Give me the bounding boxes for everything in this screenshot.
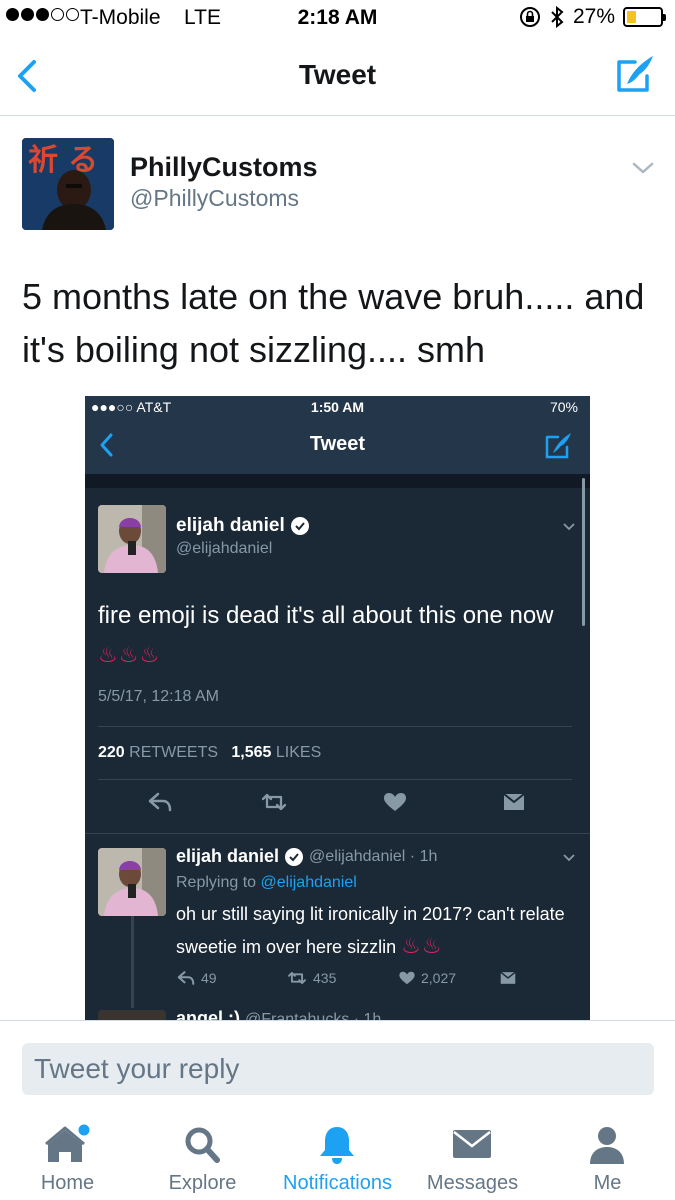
dm-envelope-icon bbox=[503, 793, 525, 810]
reply-count: 49 bbox=[201, 970, 217, 986]
retweet-icon bbox=[261, 793, 287, 811]
retweets-label: RETWEETS bbox=[129, 744, 219, 761]
tab-bar: Home Explore Notifications Messages Me bbox=[0, 1106, 675, 1200]
search-icon bbox=[185, 1127, 220, 1163]
reply-avatar bbox=[98, 848, 166, 916]
embedded-clock: 1:50 AM bbox=[310, 399, 365, 415]
embedded-avatar bbox=[98, 505, 166, 573]
embedded-divider bbox=[85, 474, 590, 488]
embedded-nav-bar: Tweet bbox=[85, 418, 590, 474]
embedded-tweet-text: fire emoji is dead it's all about this o… bbox=[98, 596, 568, 674]
reply-handle-time: @elijahdaniel · 1h bbox=[309, 847, 438, 865]
reply-replies: 49 bbox=[176, 970, 217, 986]
tab-messages-label: Messages bbox=[426, 1172, 519, 1194]
embedded-battery: 70% bbox=[549, 399, 578, 415]
reply-like-count: 2,027 bbox=[421, 970, 457, 986]
next-reply-name: angel :) bbox=[176, 1008, 241, 1020]
embedded-scrollbar bbox=[582, 478, 585, 626]
retweet-icon bbox=[288, 971, 306, 985]
likes-label: LIKES bbox=[275, 744, 322, 761]
embedded-status-bar: ●●●○○ AT&T 1:50 AM 70% bbox=[85, 396, 590, 418]
heart-icon bbox=[384, 793, 406, 811]
battery-percent: 27% bbox=[572, 5, 615, 28]
embedded-title: Tweet bbox=[309, 433, 366, 455]
reply-body: oh ur still saying lit ironically in 201… bbox=[176, 904, 565, 957]
replying-to-prefix: Replying to bbox=[176, 874, 257, 891]
reply-chevron-down-icon bbox=[563, 854, 575, 862]
next-reply-avatar bbox=[98, 1010, 166, 1020]
embedded-handle: @elijahdaniel bbox=[176, 540, 273, 557]
embedded-action-row bbox=[85, 791, 590, 821]
tab-notifications[interactable]: Notifications bbox=[270, 1106, 405, 1200]
tab-notifications-label: Notifications bbox=[283, 1172, 392, 1194]
reply-likes: 2,027 bbox=[398, 970, 456, 986]
nav-bar: Tweet bbox=[0, 38, 675, 116]
orientation-lock-icon bbox=[519, 7, 540, 27]
reply-header: elijah daniel @elijahdaniel · 1h bbox=[176, 846, 437, 867]
thread-line bbox=[131, 916, 134, 1008]
reply-retweet-count: 435 bbox=[313, 970, 337, 986]
embedded-compose-icon bbox=[545, 433, 571, 459]
hot-springs-emoji: ♨♨ bbox=[401, 933, 443, 958]
reply-bar bbox=[0, 1020, 675, 1106]
retweet-count: 220 bbox=[98, 744, 125, 761]
verified-badge-icon bbox=[285, 847, 304, 866]
embedded-stats: 220 RETWEETS 1,565 LIKES bbox=[98, 744, 321, 762]
hot-springs-emoji: ♨♨♨ bbox=[98, 642, 161, 667]
tab-home-label: Home bbox=[40, 1172, 95, 1194]
home-icon bbox=[45, 1124, 90, 1162]
embedded-screenshot-image[interactable]: ●●●○○ AT&T 1:50 AM 70% Tweet elijah dani… bbox=[85, 396, 590, 1020]
reply-dm bbox=[498, 970, 518, 986]
display-name[interactable]: PhillyCustoms bbox=[130, 152, 318, 183]
bell-icon bbox=[320, 1127, 354, 1164]
embedded-timestamp: 5/5/17, 12:18 AM bbox=[98, 688, 219, 705]
reply-retweets: 435 bbox=[286, 970, 336, 986]
verified-badge-icon bbox=[290, 517, 309, 535]
next-reply-handle: @Frantahucks · 1h bbox=[245, 1011, 382, 1020]
heart-icon bbox=[399, 971, 415, 985]
page-title: Tweet bbox=[298, 59, 377, 90]
embedded-chevron-down-icon bbox=[563, 523, 575, 531]
compose-icon[interactable] bbox=[615, 52, 657, 94]
divider bbox=[85, 833, 590, 834]
reply-icon bbox=[148, 792, 172, 812]
battery-icon bbox=[623, 7, 666, 27]
bluetooth-icon bbox=[551, 5, 564, 29]
tab-messages[interactable]: Messages bbox=[405, 1106, 540, 1200]
divider bbox=[98, 779, 572, 780]
person-icon bbox=[590, 1127, 624, 1164]
dm-envelope-icon bbox=[500, 971, 516, 984]
next-reply-header: angel :) @Frantahucks · 1h bbox=[176, 1008, 381, 1020]
tab-explore[interactable]: Explore bbox=[135, 1106, 270, 1200]
divider bbox=[98, 726, 572, 727]
replying-to: Replying to @elijahdaniel bbox=[176, 874, 357, 892]
next-reply-preview: angel :) @Frantahucks · 1h bbox=[98, 1008, 578, 1020]
user-handle[interactable]: @PhillyCustoms bbox=[130, 185, 299, 212]
reply-input[interactable] bbox=[22, 1043, 654, 1095]
reply-action-row: 49 435 2,027 bbox=[176, 970, 576, 992]
tweet-text: 5 months late on the wave bruh..... and … bbox=[22, 276, 645, 370]
svg-text:祈: 祈 bbox=[28, 143, 58, 178]
replying-to-handle: @elijahdaniel bbox=[260, 874, 357, 891]
tab-home[interactable]: Home bbox=[0, 1106, 135, 1200]
tab-me-label: Me bbox=[593, 1172, 622, 1194]
avatar[interactable]: 祈 る bbox=[22, 138, 114, 230]
tab-explore-label: Explore bbox=[168, 1172, 237, 1194]
status-bar: T-Mobile LTE 2:18 AM 27% bbox=[0, 0, 675, 38]
like-count: 1,565 bbox=[231, 744, 272, 761]
envelope-icon bbox=[453, 1130, 491, 1158]
reply-text: oh ur still saying lit ironically in 201… bbox=[176, 899, 576, 963]
embedded-display-name: elijah daniel bbox=[176, 515, 309, 537]
chevron-down-icon[interactable] bbox=[631, 160, 655, 176]
tab-me[interactable]: Me bbox=[540, 1106, 675, 1200]
reply-icon bbox=[177, 971, 195, 985]
reply-display-name: elijah daniel bbox=[176, 846, 280, 866]
embedded-tweet-body: fire emoji is dead it's all about this o… bbox=[98, 602, 554, 629]
embedded-display-name-text: elijah daniel bbox=[176, 515, 285, 536]
